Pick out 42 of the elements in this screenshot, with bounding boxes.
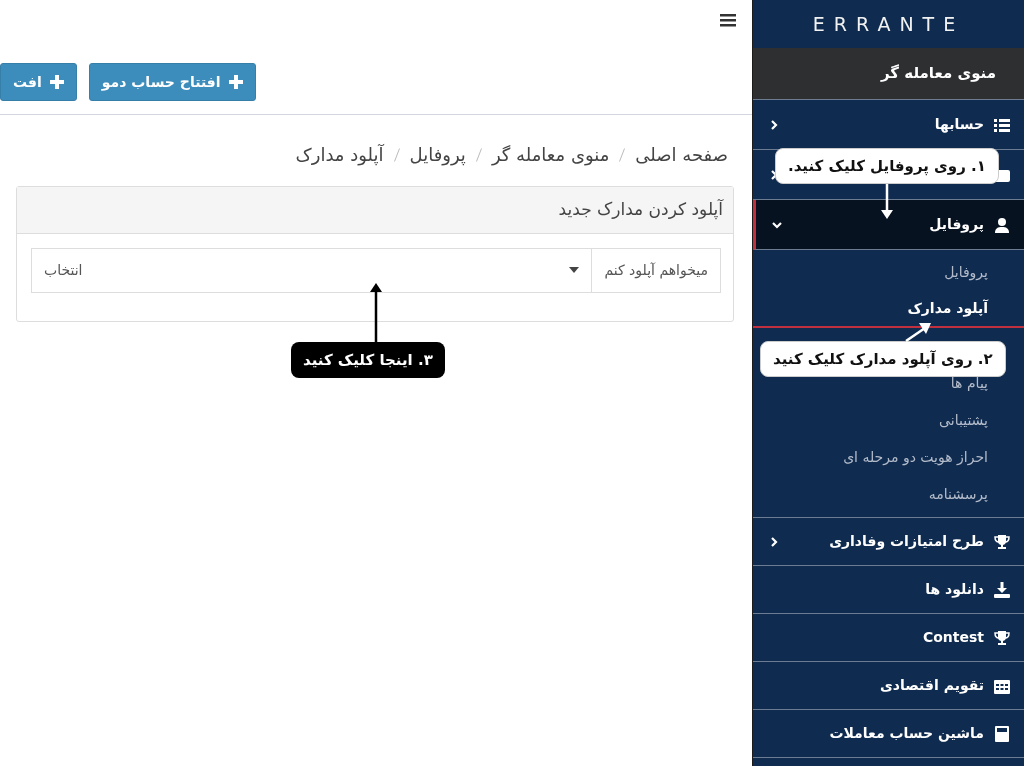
submenu-item[interactable]: احراز هویت دو مرحله ای	[753, 439, 1024, 476]
calculator-icon	[994, 725, 1010, 742]
submenu-item[interactable]: پروفایل	[753, 254, 1024, 291]
submenu-item[interactable]: پشتیبانی	[753, 402, 1024, 439]
brand-logo: ERRANTE	[812, 11, 965, 37]
document-type-select[interactable]: انتخاب	[31, 247, 592, 293]
input-addon-label: میخواهم آپلود کنم	[591, 247, 721, 293]
sidebar-item[interactable]: طرح امتیازات وفاداری	[753, 518, 1024, 566]
panel-title: آپلود کردن مدارک جدید	[17, 187, 733, 234]
annotation-arrow	[369, 282, 383, 342]
open-account-button[interactable]: افت	[0, 63, 77, 101]
user-icon	[994, 216, 1010, 233]
plus-icon	[49, 75, 64, 89]
breadcrumb-separator	[619, 147, 626, 162]
annotation-arrow	[905, 322, 931, 342]
instruction-tooltip: ۲. روی آپلود مدارک کلیک کنید	[760, 341, 1006, 377]
submenu-item[interactable]: آپلود مدارک	[753, 291, 1024, 328]
instruction-tooltip: ۱. روی پروفایل کلیک کنید.	[775, 148, 999, 184]
download-icon	[994, 581, 1010, 598]
submenu-item[interactable]: پرسشنامه	[753, 476, 1024, 513]
sidebar-item[interactable]: دانلود ها	[753, 566, 1024, 614]
menu-icon	[720, 12, 736, 28]
breadcrumb-item[interactable]: پروفایل	[409, 141, 466, 168]
sidebar-item[interactable]: ماشین حساب معاملات	[753, 710, 1024, 758]
breadcrumb-item[interactable]: صفحه اصلی	[635, 141, 728, 168]
breadcrumb-separator	[393, 147, 400, 162]
trophy-icon	[994, 533, 1010, 550]
instruction-tooltip: ۳. اینجا کلیک کنید	[291, 342, 445, 378]
plus-icon	[228, 75, 243, 89]
breadcrumb-item: آپلود مدارک	[295, 143, 384, 168]
sidebar-item[interactable]: پروفایل	[753, 200, 1024, 250]
trophy-icon	[994, 629, 1010, 646]
breadcrumb-separator	[475, 147, 482, 162]
sidebar-heading: منوی معامله گر	[753, 48, 1024, 100]
caret-icon	[569, 267, 580, 273]
annotation-arrow	[880, 184, 894, 220]
calendar-icon	[994, 677, 1010, 694]
list-icon	[994, 116, 1010, 133]
breadcrumb-item[interactable]: منوی معامله گر	[491, 141, 610, 168]
sidebar-item[interactable]: Contest	[753, 614, 1024, 662]
sidebar-item[interactable]: تقویم اقتصادی	[753, 662, 1024, 710]
open-account-button[interactable]: افتتاح حساب دمو	[88, 63, 256, 101]
